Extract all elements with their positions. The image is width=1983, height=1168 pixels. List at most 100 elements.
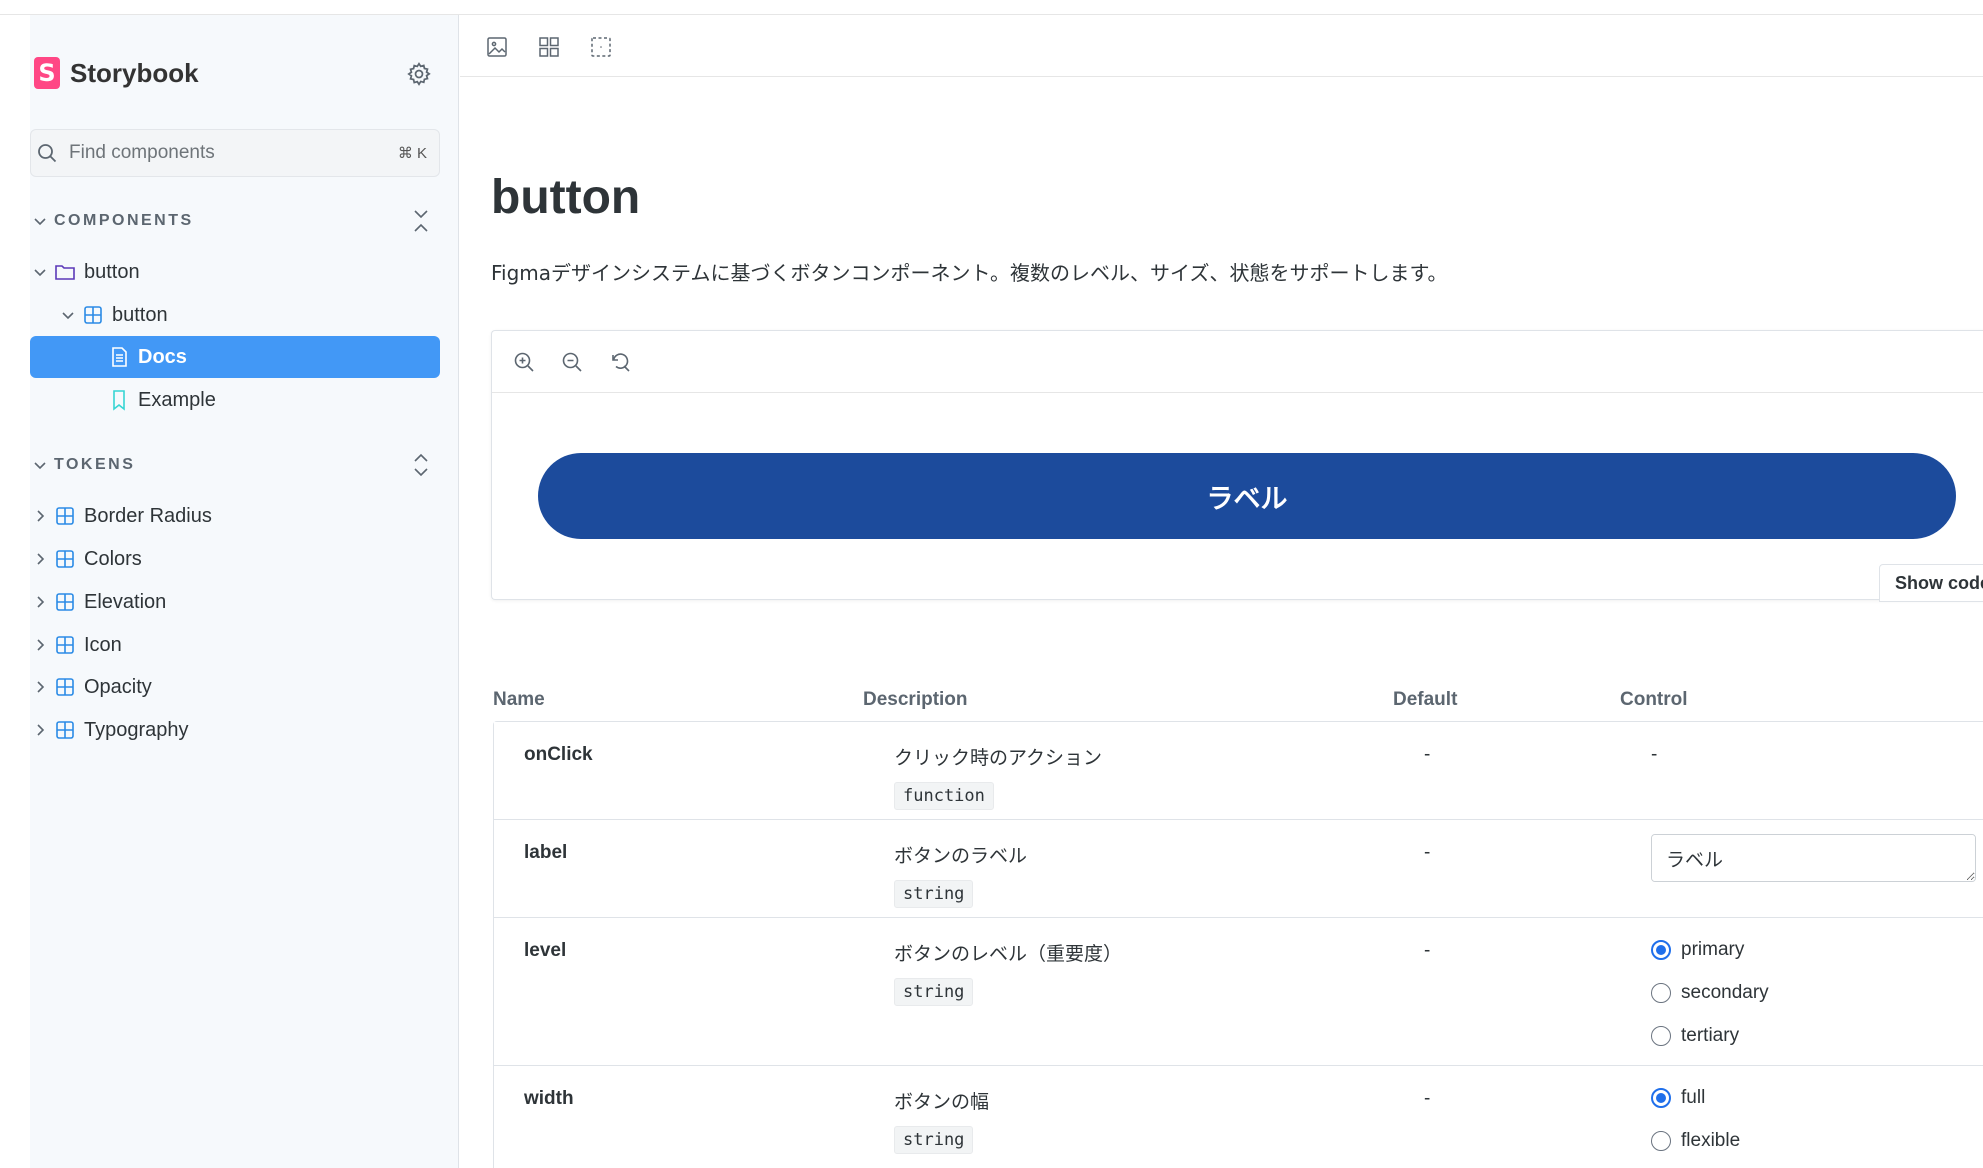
page-description: Figmaデザインシステムに基づくボタンコンポーネント。複数のレベル、サイズ、状… — [491, 261, 1448, 285]
section-components[interactable]: COMPONENTS — [30, 207, 450, 235]
search-icon — [38, 144, 57, 163]
table-row: label ボタンのラベル string - ラベル — [494, 820, 1983, 918]
search-shortcut: ⌘ K — [397, 145, 427, 162]
chevron-right-icon — [37, 639, 45, 651]
tree-label: Docs — [138, 345, 187, 368]
args-table-header: Name Description Default Control — [491, 680, 1983, 720]
radio-option-flexible[interactable]: flexible — [1651, 1129, 1740, 1153]
tree-docs[interactable]: Docs — [30, 336, 440, 378]
tree-label: Opacity — [84, 675, 152, 698]
arg-name: label — [524, 842, 568, 863]
section-label: TOKENS — [54, 456, 136, 473]
zoom-in-icon[interactable] — [512, 350, 536, 374]
chevron-right-icon — [37, 510, 45, 522]
brand[interactable]: S Storybook — [34, 56, 199, 90]
arg-type: string — [894, 978, 974, 1006]
tree-label: Elevation — [84, 590, 167, 613]
arg-default: - — [1424, 842, 1431, 863]
component-icon — [56, 721, 74, 739]
sidebar: S Storybook ⌘ K COMPONENTS button button… — [30, 15, 459, 1168]
search-box[interactable]: ⌘ K — [30, 129, 440, 177]
outline-icon[interactable] — [589, 35, 613, 59]
arg-name: onClick — [524, 744, 593, 765]
radio-button-checked[interactable] — [1651, 940, 1671, 960]
arg-description: ボタンの幅 string — [894, 1087, 989, 1154]
chevron-down-icon — [34, 218, 46, 226]
component-icon — [84, 306, 102, 324]
tree-group-button[interactable]: button — [30, 251, 450, 293]
chevron-down-icon — [62, 312, 74, 320]
component-icon — [56, 507, 74, 525]
section-label: COMPONENTS — [54, 212, 194, 229]
arg-control: ラベル — [1651, 834, 1976, 888]
arg-description-text: クリック時のアクション — [894, 747, 1103, 769]
grid-icon[interactable] — [537, 35, 561, 59]
radio-label: primary — [1681, 939, 1745, 960]
chevron-right-icon — [37, 596, 45, 608]
label-text-input[interactable]: ラベル — [1651, 834, 1976, 882]
tree-label: Icon — [84, 633, 122, 656]
width-radio-group: full flexible — [1651, 1086, 1740, 1168]
reset-zoom-icon[interactable] — [608, 350, 632, 374]
radio-label: flexible — [1681, 1130, 1741, 1151]
component-icon — [56, 636, 74, 654]
chevron-right-icon — [37, 553, 45, 565]
show-code-button[interactable]: Show code — [1879, 564, 1983, 602]
search-input[interactable] — [69, 142, 379, 164]
tree-token-border-radius[interactable]: Border Radius — [30, 495, 450, 537]
chevron-down-icon — [34, 269, 46, 277]
tree-component-button[interactable]: button — [30, 294, 450, 336]
component-icon — [56, 678, 74, 696]
arg-type: string — [894, 880, 974, 908]
arg-description: ボタンのレベル（重要度） string — [894, 939, 1122, 1006]
expand-all-icon[interactable] — [410, 451, 432, 479]
radio-option-primary[interactable]: primary — [1651, 938, 1769, 962]
zoom-out-icon[interactable] — [560, 350, 584, 374]
folder-icon — [55, 265, 75, 280]
tree-label: button — [84, 260, 140, 283]
arg-description: クリック時のアクション function — [894, 743, 1102, 810]
tree-label: Colors — [84, 547, 142, 570]
arg-name: width — [524, 1088, 574, 1109]
table-row: level ボタンのレベル（重要度） string - primary seco… — [494, 918, 1983, 1066]
radio-option-secondary[interactable]: secondary — [1651, 981, 1769, 1005]
storybook-logo: S — [34, 57, 60, 89]
tree-label: Border Radius — [84, 504, 212, 527]
radio-option-tertiary[interactable]: tertiary — [1651, 1024, 1769, 1048]
tree-token-typography[interactable]: Typography — [30, 709, 450, 751]
tree-label: Typography — [84, 718, 189, 741]
arg-default: - — [1424, 940, 1431, 961]
arg-type: string — [894, 1126, 974, 1154]
tree-story-example[interactable]: Example — [30, 379, 450, 421]
collapse-all-icon[interactable] — [410, 207, 432, 235]
tree-token-opacity[interactable]: Opacity — [30, 666, 450, 708]
radio-button[interactable] — [1651, 1026, 1671, 1046]
canvas-toolbar — [492, 331, 1983, 393]
radio-option-full[interactable]: full — [1651, 1086, 1740, 1110]
tree-token-colors[interactable]: Colors — [30, 538, 450, 580]
tree-token-icon[interactable]: Icon — [30, 624, 450, 666]
radio-button-checked[interactable] — [1651, 1088, 1671, 1108]
preview-button[interactable]: ラベル — [538, 453, 1956, 539]
arg-description-text: ボタンのラベル — [894, 845, 1028, 867]
tree-label: Example — [138, 388, 216, 411]
image-icon[interactable] — [485, 35, 509, 59]
arg-default: - — [1424, 744, 1431, 765]
gear-icon[interactable] — [406, 61, 432, 87]
table-row: onClick クリック時のアクション function - - — [494, 722, 1983, 820]
arg-default: - — [1424, 1088, 1431, 1109]
radio-button[interactable] — [1651, 983, 1671, 1003]
arg-description-text: ボタンのレベル（重要度） — [894, 943, 1123, 965]
level-radio-group: primary secondary tertiary — [1651, 938, 1769, 1067]
section-tokens[interactable]: TOKENS — [30, 451, 450, 479]
main-content: button Figmaデザインシステムに基づくボタンコンポーネント。複数のレベ… — [460, 15, 1983, 1168]
radio-button[interactable] — [1651, 1131, 1671, 1151]
chevron-right-icon — [37, 724, 45, 736]
tree-label: button — [112, 303, 168, 326]
tree-token-elevation[interactable]: Elevation — [30, 581, 450, 623]
chevron-down-icon — [34, 462, 46, 470]
story-canvas: ラベル Show code — [491, 330, 1983, 602]
header-name: Name — [493, 689, 545, 710]
component-icon — [56, 593, 74, 611]
chevron-right-icon — [37, 681, 45, 693]
